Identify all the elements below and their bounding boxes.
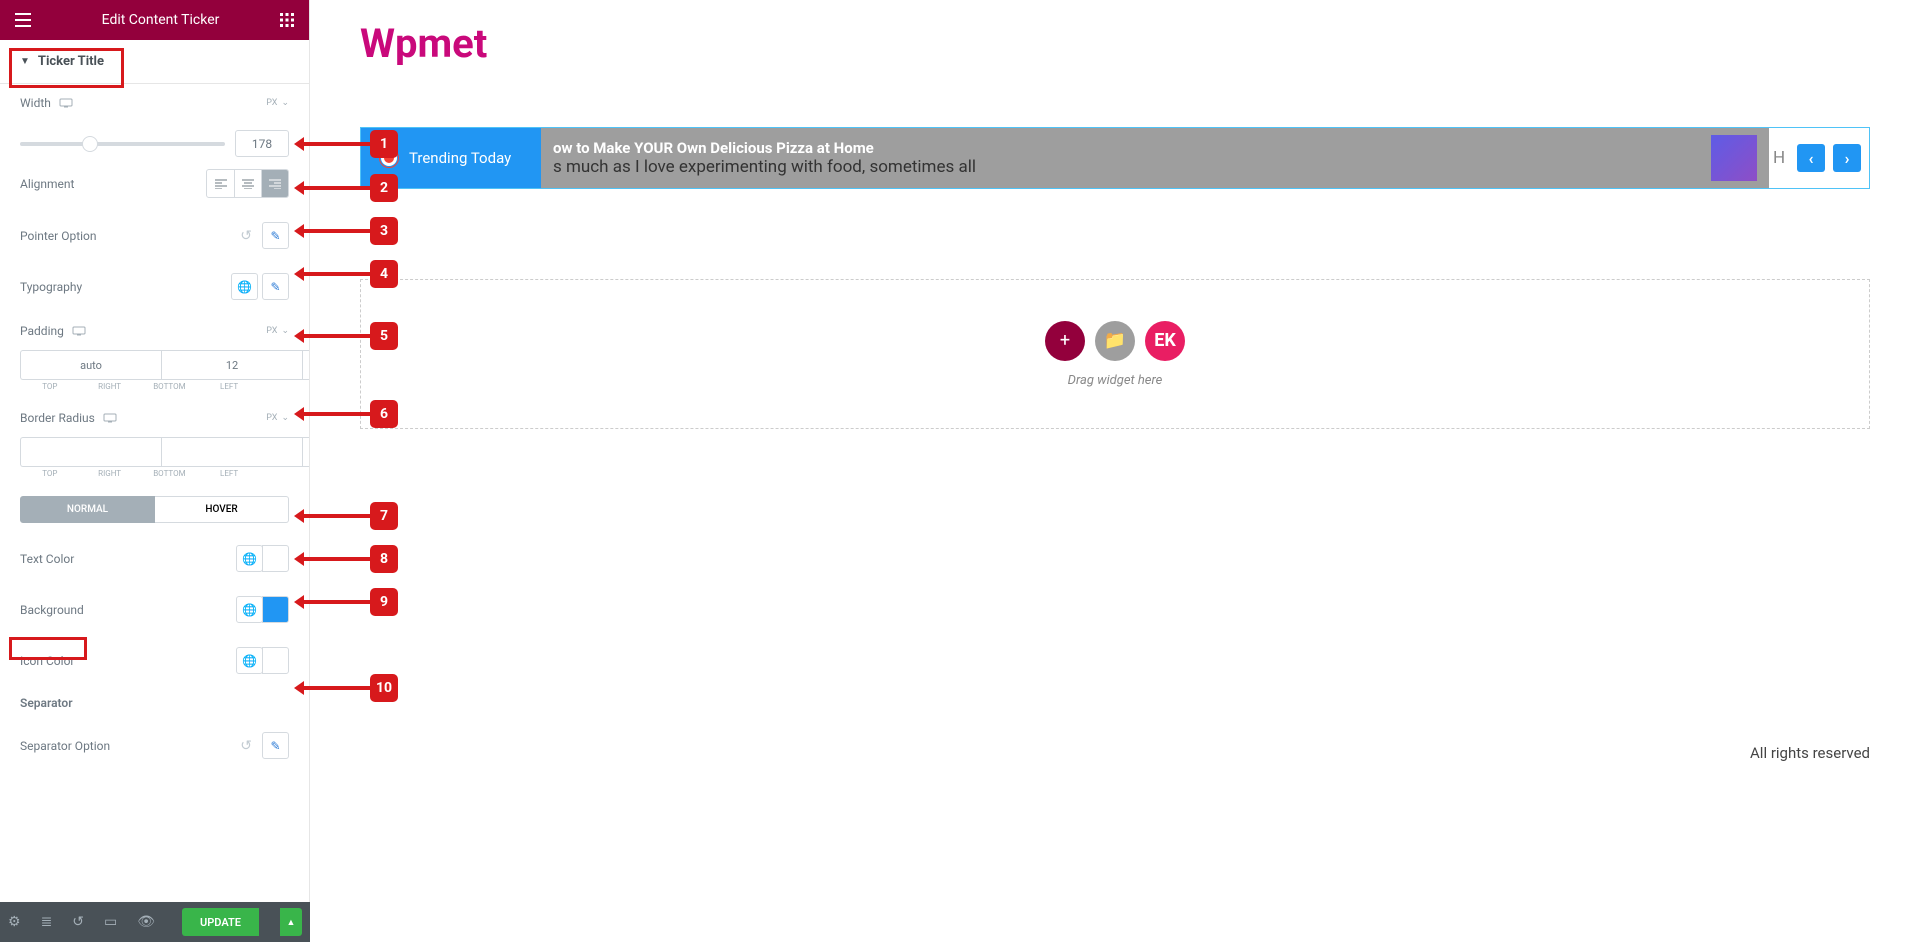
template-button[interactable]: 📁 <box>1095 321 1135 361</box>
width-unit[interactable]: PX ⌄ <box>266 98 289 108</box>
radius-unit[interactable]: PX⌄ <box>266 413 289 423</box>
textcolor-label: Text Color <box>20 552 74 566</box>
padding-sublabels: TOPRIGHTBOTTOMLEFT <box>0 380 309 399</box>
pointer-label: Pointer Option <box>20 229 97 243</box>
width-row: Width PX ⌄ <box>0 84 309 122</box>
update-button[interactable]: UPDATE <box>182 908 259 936</box>
iconcolor-label: Icon Color <box>20 654 74 668</box>
settings-icon[interactable]: ⚙ <box>8 914 21 930</box>
sidebar-title: Edit Content Ticker <box>41 12 280 28</box>
padding-unit[interactable]: PX⌄ <box>266 326 289 336</box>
apps-icon[interactable] <box>280 13 294 27</box>
sidebar-content: ▼ Ticker Title Width PX ⌄ Alignment <box>0 40 309 942</box>
align-left-button[interactable] <box>207 170 234 197</box>
ticker-label: Trending Today <box>361 128 541 188</box>
padding-right-input[interactable] <box>161 350 302 380</box>
content-ticker-widget[interactable]: Trending Today ow to Make YOUR Own Delic… <box>360 127 1870 189</box>
desktop-icon[interactable] <box>72 326 86 336</box>
padding-inputs: 🔗 <box>0 350 309 380</box>
menu-icon[interactable] <box>15 13 31 27</box>
ticker-headline: ow to Make YOUR Own Delicious Pizza at H… <box>553 139 976 157</box>
ticker-content: ow to Make YOUR Own Delicious Pizza at H… <box>541 128 1769 188</box>
ticker-next-button[interactable]: › <box>1833 144 1861 172</box>
textcolor-row: Text Color 🌐 <box>0 533 309 584</box>
padding-bottom-input[interactable] <box>302 350 309 380</box>
globe-icon[interactable]: 🌐 <box>236 647 263 674</box>
radius-bottom-input[interactable] <box>302 437 309 467</box>
sidebar-header: Edit Content Ticker <box>0 0 309 40</box>
reset-icon[interactable]: ↺ <box>240 738 252 754</box>
align-right-button[interactable] <box>261 170 288 197</box>
alignment-buttons <box>206 169 289 198</box>
padding-label: Padding <box>20 324 86 338</box>
background-label: Background <box>20 603 84 617</box>
ticker-peek: H <box>1769 128 1789 188</box>
editor-canvas: Wpmet Trending Today ow to Make YOUR Own… <box>310 0 1920 942</box>
typography-edit-button[interactable]: ✎ <box>262 273 289 300</box>
padding-header-row: Padding PX⌄ <box>0 312 309 350</box>
add-section-button[interactable]: + <box>1045 321 1085 361</box>
desktop-icon[interactable] <box>103 413 117 423</box>
ticker-thumbnail <box>1711 135 1757 181</box>
state-tabs: NORMAL HOVER <box>0 486 309 533</box>
alignment-row: Alignment <box>0 157 309 210</box>
separator-label: Separator Option <box>20 739 110 753</box>
ticker-dot-icon <box>381 150 397 166</box>
history-icon[interactable]: ↺ <box>72 914 84 930</box>
section-label: Ticker Title <box>38 54 104 69</box>
ticker-nav: ‹ › <box>1789 128 1869 188</box>
alignment-label: Alignment <box>20 177 74 191</box>
sidebar-footer: ⚙ ≣ ↺ ▭ 👁 UPDATE ▲ <box>0 902 310 942</box>
caret-down-icon: ▼ <box>20 56 30 67</box>
ticker-prev-button[interactable]: ‹ <box>1797 144 1825 172</box>
section-ticker-title[interactable]: ▼ Ticker Title <box>0 40 309 84</box>
radius-inputs: 🔗 <box>0 437 309 467</box>
width-label: Width <box>20 96 73 110</box>
width-slider[interactable] <box>20 142 225 146</box>
pointer-row: Pointer Option ↺ ✎ <box>0 210 309 261</box>
width-slider-row <box>0 122 309 157</box>
elementskit-button[interactable]: EK <box>1145 321 1185 361</box>
background-swatch[interactable] <box>262 596 289 623</box>
ticker-label-text: Trending Today <box>409 149 511 167</box>
drop-icons: + 📁 EK <box>1045 321 1185 361</box>
iconcolor-row: Icon Color 🌐 <box>0 635 309 686</box>
separator-row: Separator Option ↺ ✎ <box>0 720 309 771</box>
radius-header-row: Border Radius PX⌄ <box>0 399 309 437</box>
navigator-icon[interactable]: ≣ <box>41 914 53 930</box>
slider-thumb[interactable] <box>82 136 98 152</box>
radius-top-input[interactable] <box>20 437 161 467</box>
radius-sublabels: TOPRIGHTBOTTOMLEFT <box>0 467 309 486</box>
background-row: Background 🌐 <box>0 584 309 635</box>
globe-icon[interactable]: 🌐 <box>236 545 263 572</box>
responsive-icon[interactable]: ▭ <box>104 914 117 930</box>
tab-normal[interactable]: NORMAL <box>20 496 155 523</box>
drop-text: Drag widget here <box>1068 373 1163 388</box>
reset-icon[interactable]: ↺ <box>240 228 252 244</box>
desktop-icon[interactable] <box>59 98 73 108</box>
radius-label: Border Radius <box>20 411 117 425</box>
globe-icon[interactable]: 🌐 <box>231 273 258 300</box>
drop-zone[interactable]: + 📁 EK Drag widget here <box>360 279 1870 429</box>
preview-icon[interactable]: 👁 <box>137 914 155 930</box>
globe-icon[interactable]: 🌐 <box>236 596 263 623</box>
textcolor-swatch[interactable] <box>262 545 289 572</box>
iconcolor-swatch[interactable] <box>262 647 289 674</box>
tab-hover[interactable]: HOVER <box>155 496 289 523</box>
page-title: Wpmet <box>360 20 1870 67</box>
update-caret[interactable]: ▲ <box>280 908 302 936</box>
padding-top-input[interactable] <box>20 350 161 380</box>
editor-sidebar: Edit Content Ticker ▼ Ticker Title Width… <box>0 0 310 942</box>
pointer-edit-button[interactable]: ✎ <box>262 222 289 249</box>
typography-row: Typography 🌐 ✎ <box>0 261 309 312</box>
typography-label: Typography <box>20 280 82 294</box>
ticker-subtext: s much as I love experimenting with food… <box>553 157 976 177</box>
align-center-button[interactable] <box>234 170 261 197</box>
separator-edit-button[interactable]: ✎ <box>262 732 289 759</box>
width-input[interactable] <box>235 130 289 157</box>
separator-title: Separator <box>0 686 309 720</box>
footer-rights: All rights reserved <box>1750 744 1870 762</box>
radius-right-input[interactable] <box>161 437 302 467</box>
